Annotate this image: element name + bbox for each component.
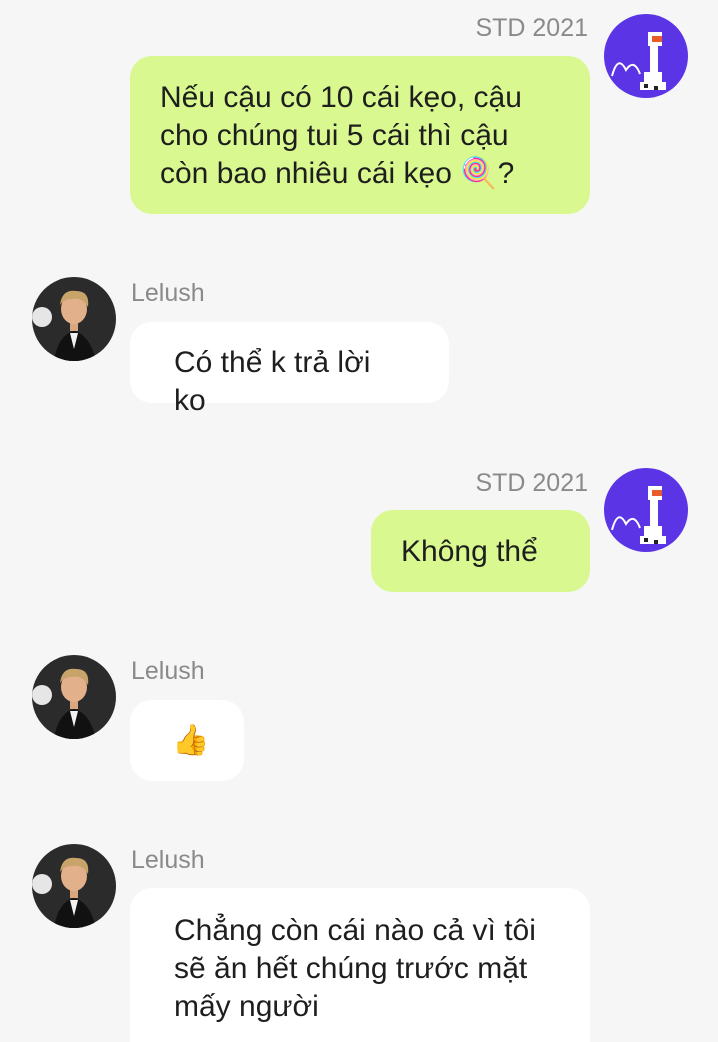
message-suffix: ? [497,157,515,190]
sender-name: Lelush [131,279,205,307]
lollipop-icon: 🍭 [460,156,498,191]
sender-name: Lelush [131,846,205,874]
sender-name: STD 2021 [475,14,588,42]
message-text: Chẳng còn cái nào cả vì tôi sẽ ăn hết ch… [174,914,536,1023]
message-text: Không thể [401,535,538,568]
sender-name: STD 2021 [475,469,588,497]
lelush-avatar-icon[interactable] [32,844,116,928]
sender-name: Lelush [131,657,205,685]
std-avatar-icon[interactable] [604,14,688,98]
thumbs-up-icon: 👍 [172,723,210,758]
lelush-avatar-icon[interactable] [32,277,116,361]
message-bubble[interactable]: Chẳng còn cái nào cả vì tôi sẽ ăn hết ch… [130,888,590,1042]
message-bubble[interactable]: Có thể k trả lời ko [130,322,449,417]
chat-thread[interactable]: STD 2021 Nếu cậu có 10 cái kẹo, cậu cho … [0,0,718,1042]
std-avatar-icon[interactable] [604,468,688,552]
message-bubble[interactable]: 👍 [130,700,244,781]
message-text: Có thể k trả lời ko [174,346,371,417]
lelush-avatar-icon[interactable] [32,655,116,739]
message-bubble[interactable]: Nếu cậu có 10 cái kẹo, cậu cho chúng tui… [130,56,590,214]
message-bubble[interactable]: Không thể [371,510,590,592]
